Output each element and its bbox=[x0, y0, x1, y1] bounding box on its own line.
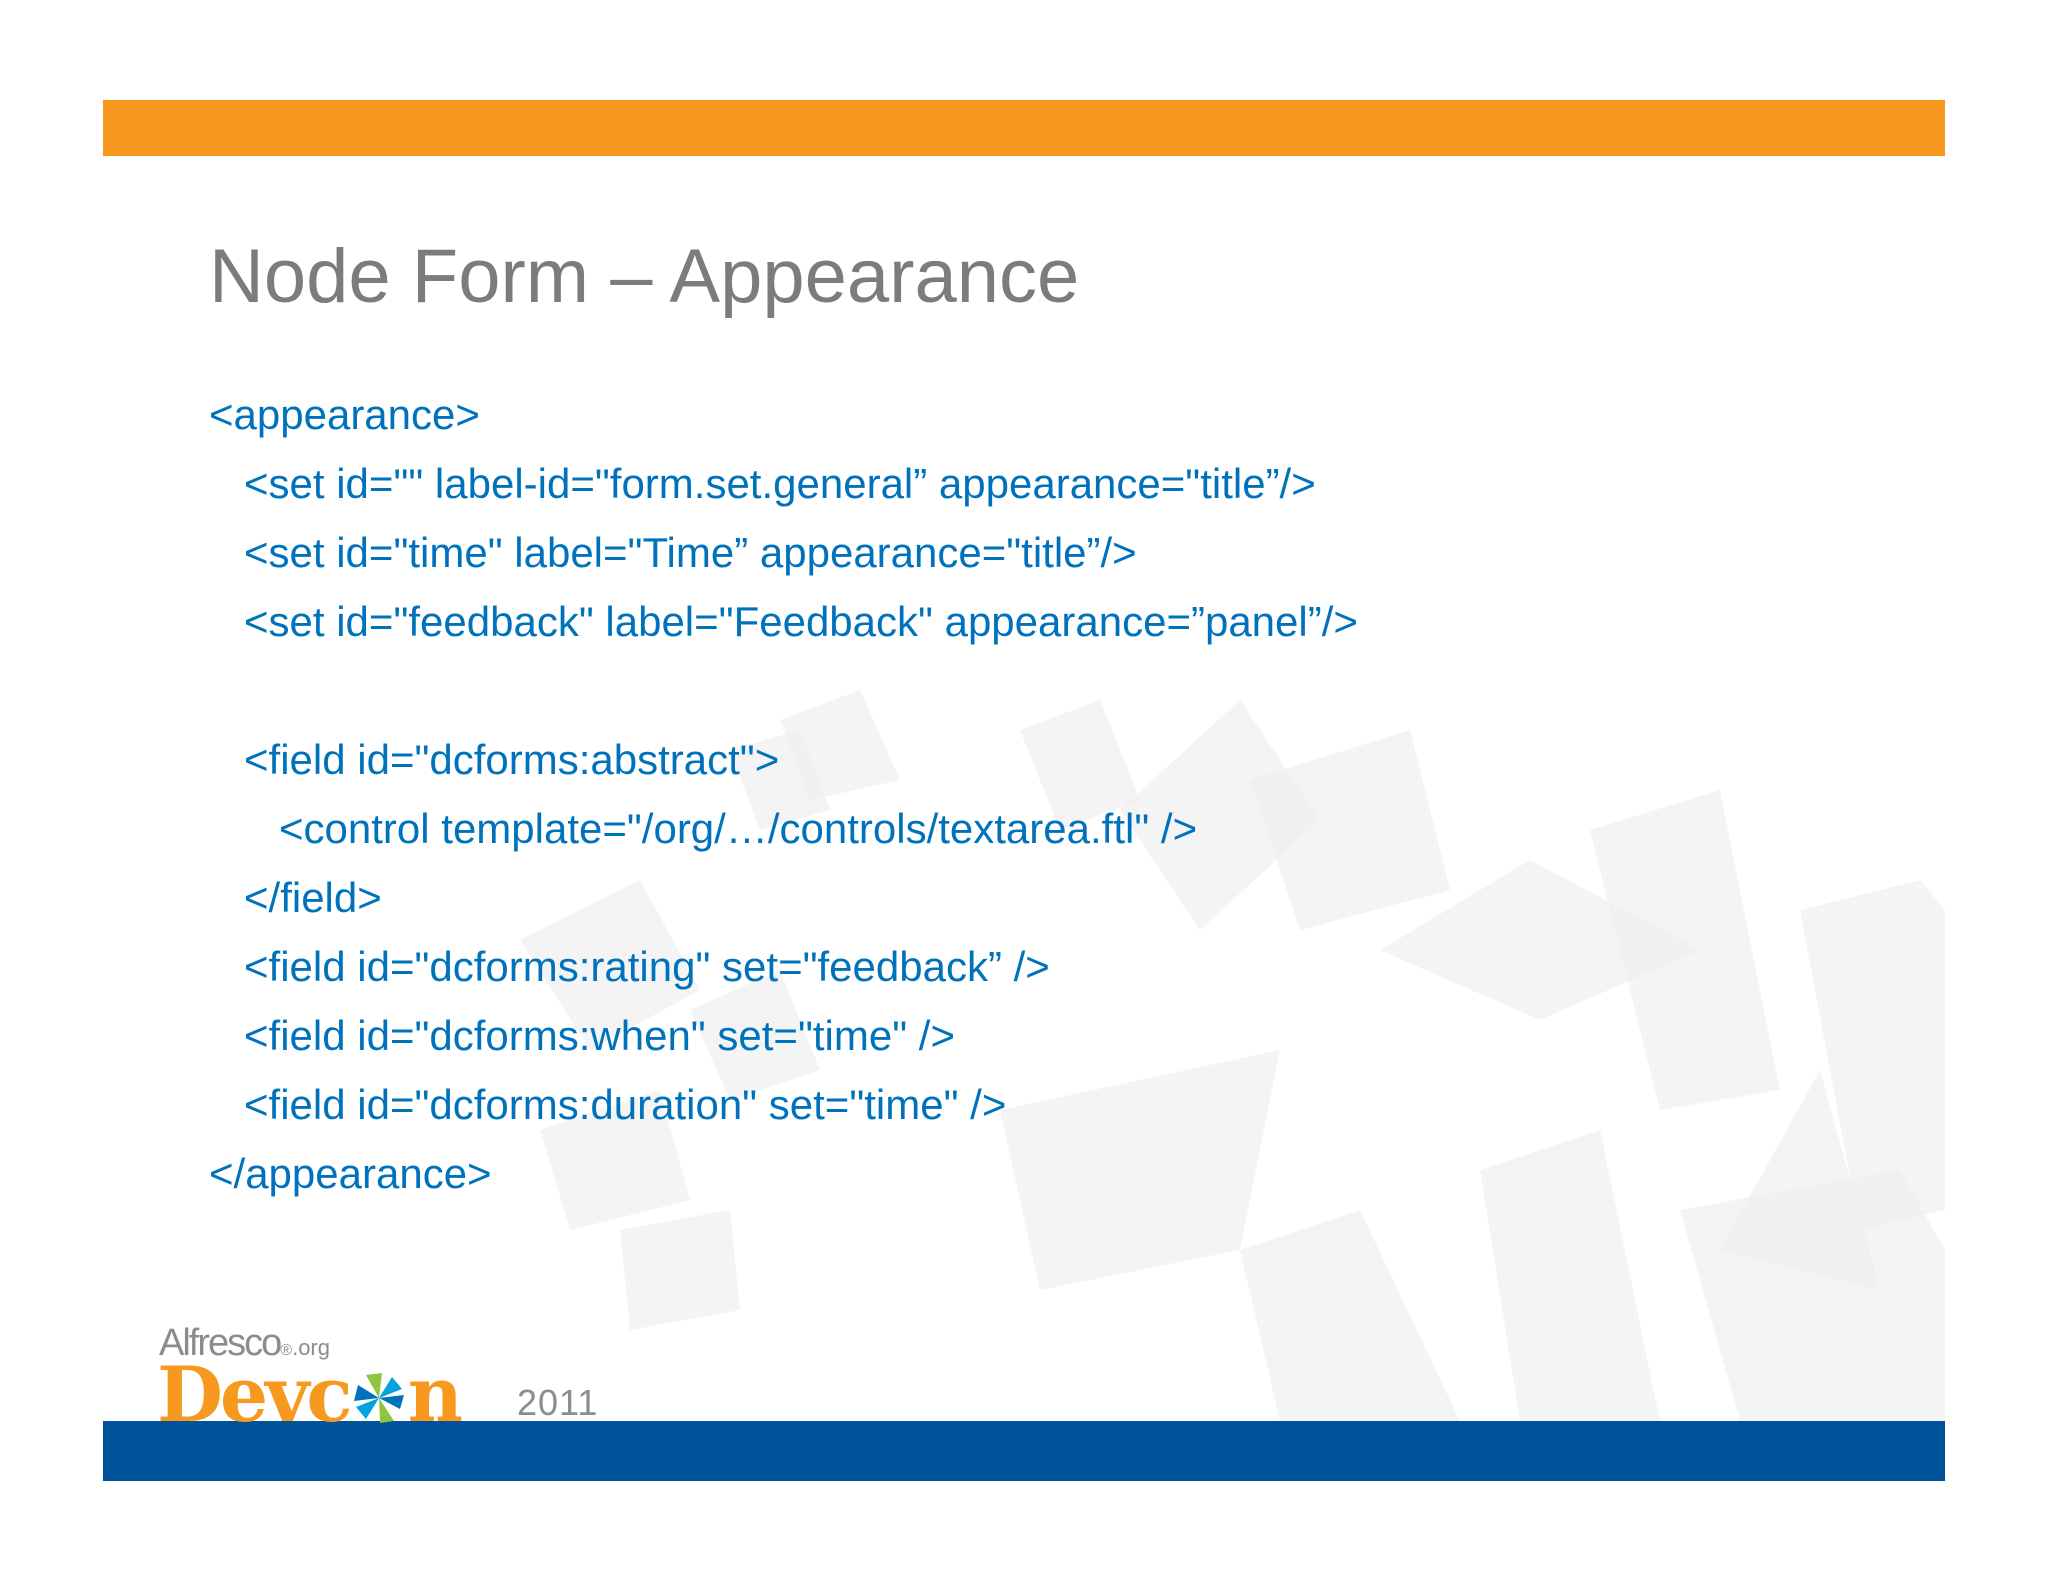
slide: Node Form – Appearance <appearance> <set… bbox=[0, 0, 2048, 1582]
code-line: <control template="/org/…/controls/texta… bbox=[209, 805, 1198, 852]
alfresco-devcon-logo: Alfresco®.org Devc n 2011 bbox=[157, 1322, 617, 1439]
code-line: <field id="dcforms:duration" set="time" … bbox=[209, 1081, 1007, 1128]
logo-year: 2011 bbox=[517, 1382, 599, 1423]
code-line: <set id="time" label="Time” appearance="… bbox=[209, 529, 1137, 576]
top-accent-bar bbox=[103, 100, 1945, 156]
code-line: </appearance> bbox=[209, 1150, 492, 1197]
code-line: <field id="dcforms:rating" set="feedback… bbox=[209, 943, 1050, 990]
code-line: <appearance> bbox=[209, 391, 480, 438]
code-line: <field id="dcforms:abstract"> bbox=[209, 736, 780, 783]
code-line: <set id="feedback" label="Feedback" appe… bbox=[209, 598, 1358, 645]
code-block: <appearance> <set id="" label-id="form.s… bbox=[209, 380, 1358, 1208]
logo-devcon-start: Devc bbox=[157, 1350, 353, 1439]
code-line-blank bbox=[209, 656, 1358, 725]
code-line: </field> bbox=[209, 874, 382, 921]
pinwheel-icon bbox=[353, 1373, 404, 1423]
logo-devcon-wordmark: Devc n bbox=[157, 1350, 463, 1439]
code-line: <field id="dcforms:when" set="time" /> bbox=[209, 1012, 955, 1059]
slide-title: Node Form – Appearance bbox=[209, 234, 1080, 319]
code-line: <set id="" label-id="form.set.general” a… bbox=[209, 460, 1316, 507]
logo-devcon-end: n bbox=[407, 1350, 463, 1439]
